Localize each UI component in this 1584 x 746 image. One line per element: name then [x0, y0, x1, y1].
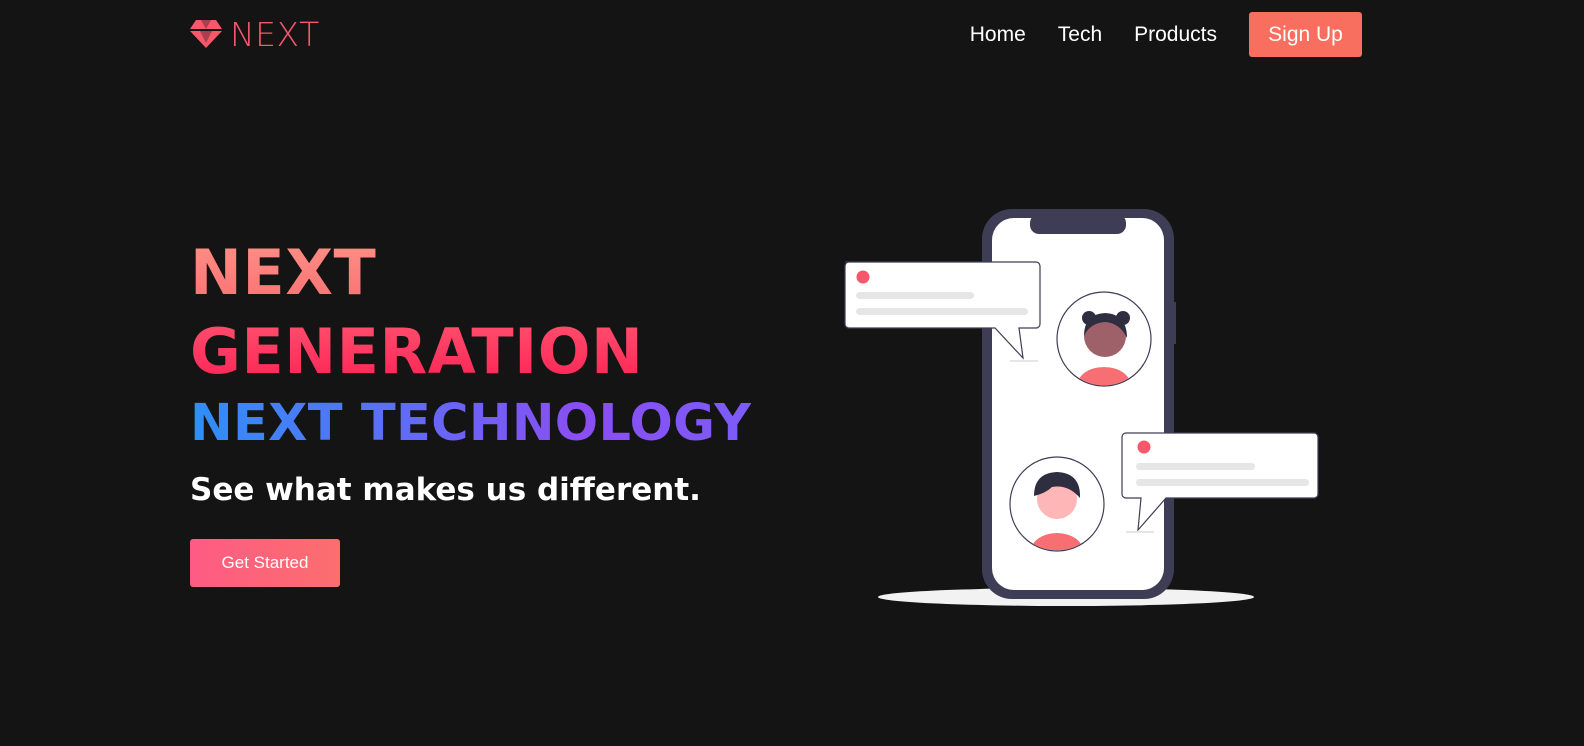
- brand-logo[interactable]: NEXT: [190, 14, 320, 54]
- diamond-icon: [190, 20, 222, 48]
- hero-line-technology: NEXT TECHNOLOGY: [190, 394, 752, 453]
- sign-up-button[interactable]: Sign Up: [1249, 12, 1362, 57]
- nav-links: Home Tech Products Sign Up: [970, 12, 1362, 57]
- brand-name: NEXT: [230, 14, 320, 54]
- phone-notch: [1030, 214, 1126, 234]
- hero-line-generation: GENERATION: [190, 321, 751, 383]
- hero-subtitle: See what makes us different.: [190, 472, 701, 508]
- nav-link-tech[interactable]: Tech: [1058, 23, 1102, 47]
- hero-section: NEXT GENERATION NEXT TECHNOLOGY See what…: [190, 236, 752, 509]
- nav-link-home[interactable]: Home: [970, 23, 1026, 47]
- get-started-button[interactable]: Get Started: [190, 539, 340, 587]
- navbar: NEXT Home Tech Products Sign Up: [0, 0, 1584, 70]
- phone-chat-illustration: [844, 209, 1319, 606]
- hero-line-next: NEXT: [190, 242, 751, 304]
- nav-link-products[interactable]: Products: [1134, 23, 1217, 47]
